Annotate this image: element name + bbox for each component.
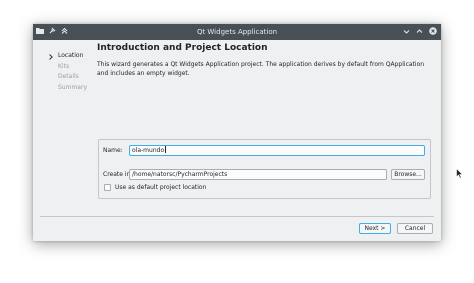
next-button[interactable]: Next >: [359, 223, 391, 234]
desktop: Qt Widgets Application Location Kits Det…: [0, 0, 474, 283]
create-in-field-value: /home/natorsc/PycharmProjects: [132, 171, 228, 178]
browse-button[interactable]: Browse...: [391, 169, 425, 180]
name-field-value: ola-mundo: [132, 147, 165, 154]
mouse-pointer-icon: [456, 164, 464, 183]
default-location-checkbox[interactable]: [104, 184, 111, 191]
wizard-steps: Location Kits Details Summary: [47, 51, 87, 93]
step-label: Kits: [58, 62, 70, 70]
cancel-button[interactable]: Cancel: [397, 223, 433, 234]
minimize-icon[interactable]: [403, 28, 410, 35]
wizard-window: Qt Widgets Application Location Kits Det…: [33, 24, 441, 241]
step-kits: Kits: [47, 62, 87, 73]
default-location-label[interactable]: Use as default project location: [115, 184, 206, 191]
titlebar[interactable]: Qt Widgets Application: [33, 24, 441, 40]
step-label: Summary: [58, 83, 87, 91]
step-label: Details: [58, 73, 79, 80]
page-description: This wizard generates a Qt Widgets Appli…: [97, 61, 425, 77]
project-location-group: Name: ola-mundo Create in: /home/natorsc…: [98, 139, 431, 199]
close-icon[interactable]: [429, 27, 437, 35]
window-title: Qt Widgets Application: [196, 28, 278, 36]
name-label: Name:: [103, 147, 123, 154]
step-location: Location: [47, 51, 87, 62]
maximize-icon[interactable]: [416, 28, 423, 35]
step-details: Details: [47, 72, 87, 83]
create-in-label: Create in:: [103, 171, 133, 178]
titlebar-right-controls: [403, 27, 437, 35]
create-in-field[interactable]: /home/natorsc/PycharmProjects: [129, 169, 387, 180]
step-summary: Summary: [47, 83, 87, 94]
name-field[interactable]: ola-mundo: [129, 145, 425, 156]
footer-divider: [40, 216, 434, 217]
text-caret: [165, 146, 167, 153]
step-label: Location: [58, 52, 84, 59]
page-title: Introduction and Project Location: [97, 43, 268, 53]
